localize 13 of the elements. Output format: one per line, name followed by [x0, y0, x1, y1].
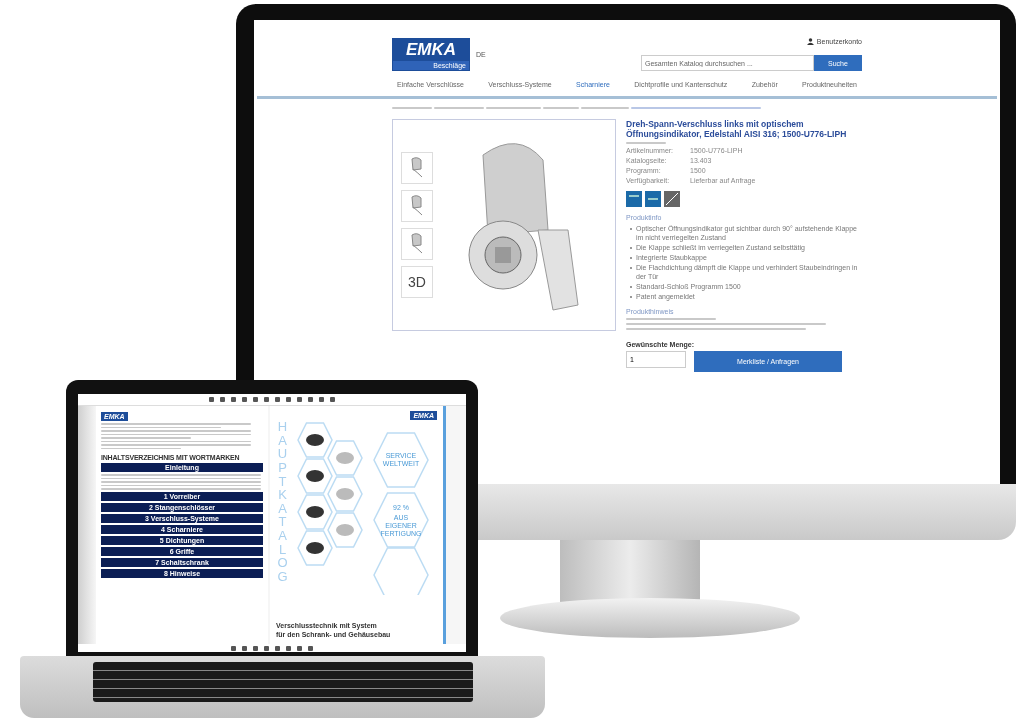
lock-thumbnail-drawing	[409, 195, 425, 217]
thumbnail[interactable]	[401, 190, 433, 222]
cover-title: HAUPTKATALOG	[276, 420, 289, 587]
product-title: Dreh-Spann-Verschluss links mit optischem Öffnungsindikator, Edelstahl AISI 316; 1500-U776-LIPH	[626, 119, 848, 139]
certificate-icon	[645, 191, 661, 207]
3d-view-thumbnail[interactable]: 3D	[401, 266, 433, 298]
lock-thumbnail-drawing	[409, 157, 425, 179]
thumbnail[interactable]	[401, 228, 433, 260]
thumbnail[interactable]	[401, 152, 433, 184]
user-icon	[806, 38, 814, 45]
drawing-icon	[664, 191, 680, 207]
lock-thumbnail-drawing	[409, 233, 425, 255]
certificate-icon	[626, 191, 642, 207]
